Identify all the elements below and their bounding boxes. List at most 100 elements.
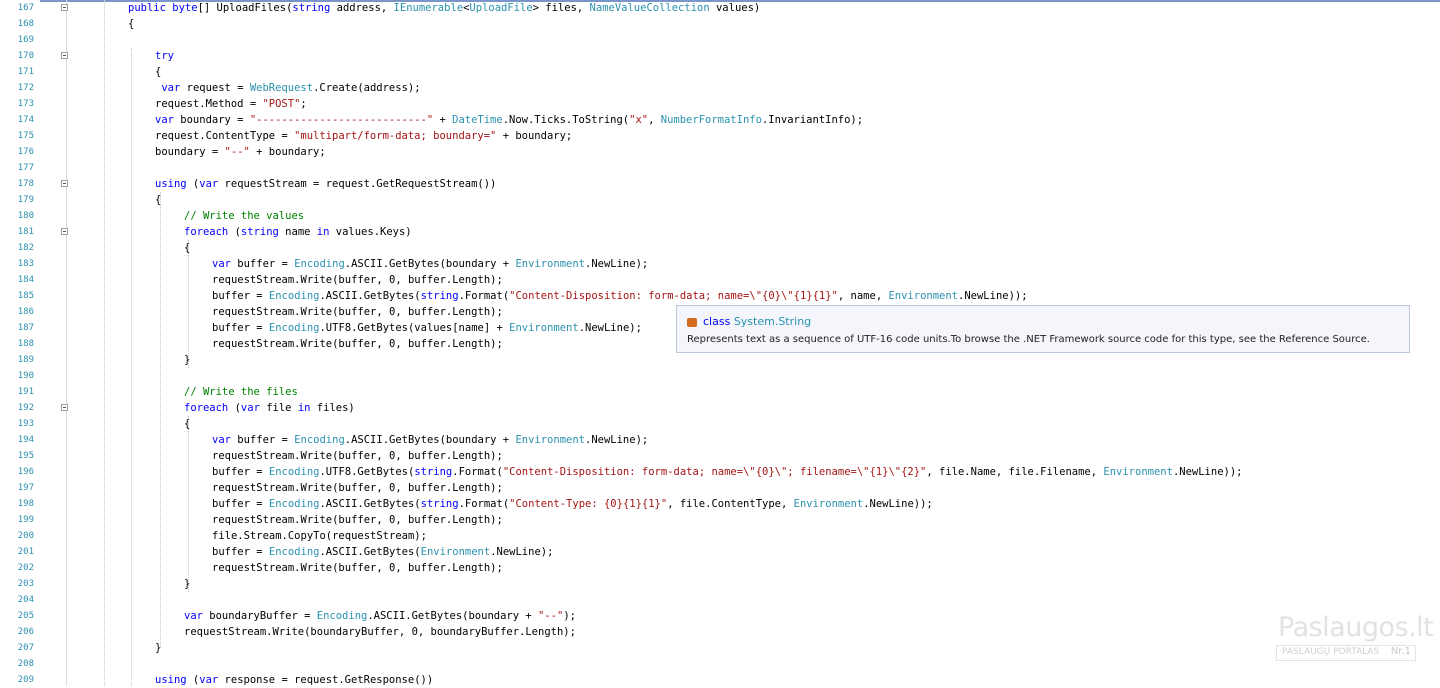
collapse-toggle-icon[interactable] bbox=[61, 180, 68, 187]
code-token: WebRequest bbox=[249, 82, 314, 94]
code-token: boundaryBuffer = bbox=[202, 610, 317, 622]
collapse-toggle-icon[interactable] bbox=[61, 4, 68, 11]
code-line[interactable]: 181 foreach (string name in values.Keys) bbox=[0, 224, 1440, 240]
code-text: requestStream.Write(boundaryBuffer, 0, b… bbox=[184, 624, 576, 640]
code-token: string bbox=[240, 226, 279, 238]
code-line[interactable]: 200 file.Stream.CopyTo(requestStream); bbox=[0, 528, 1440, 544]
code-line[interactable]: 191 // Write the files bbox=[0, 384, 1440, 400]
code-line[interactable]: 190 bbox=[0, 368, 1440, 384]
code-token: ); bbox=[563, 610, 576, 622]
code-line[interactable]: 205 var boundaryBuffer = Encoding.ASCII.G… bbox=[0, 608, 1440, 624]
code-token: .Format( bbox=[458, 290, 510, 302]
code-token: "x" bbox=[629, 114, 649, 126]
code-token: Encoding bbox=[268, 322, 320, 334]
line-number: 174 bbox=[17, 115, 34, 125]
code-line[interactable]: 178 using (var requestStream = request.Ge… bbox=[0, 176, 1440, 192]
code-token: .ASCII.GetBytes(boundary + bbox=[344, 258, 516, 270]
code-line[interactable]: 177 bbox=[0, 160, 1440, 176]
collapse-toggle-icon[interactable] bbox=[61, 52, 68, 59]
code-line[interactable]: 168 { bbox=[0, 16, 1440, 32]
code-token: var bbox=[155, 114, 174, 126]
code-token: // Write the files bbox=[184, 386, 298, 398]
code-token: DateTime bbox=[452, 114, 503, 126]
code-token: var bbox=[199, 674, 219, 686]
code-line[interactable]: 199 requestStream.Write(buffer, 0, buffer… bbox=[0, 512, 1440, 528]
code-line[interactable]: 182 { bbox=[0, 240, 1440, 256]
code-line[interactable]: 195 requestStream.Write(buffer, 0, buffer… bbox=[0, 448, 1440, 464]
code-line[interactable]: 172 var request = WebRequest.Create(addr… bbox=[0, 80, 1440, 96]
line-number: 190 bbox=[17, 371, 34, 381]
watermark-rank: Nr.1 bbox=[1390, 646, 1411, 657]
line-number: 194 bbox=[17, 435, 34, 445]
code-line[interactable]: 198 buffer = Encoding.ASCII.GetBytes(stri… bbox=[0, 496, 1440, 512]
code-line[interactable]: 174 var boundary = "---------------------… bbox=[0, 112, 1440, 128]
code-token: using bbox=[155, 674, 187, 686]
code-line[interactable]: 201 buffer = Encoding.ASCII.GetBytes(Envi… bbox=[0, 544, 1440, 560]
code-token: public bbox=[128, 2, 173, 14]
code-text: // Write the values bbox=[184, 208, 304, 224]
code-token: .UTF8.GetBytes(values[name] + bbox=[319, 322, 510, 334]
line-number: 208 bbox=[17, 659, 34, 669]
code-token: foreach bbox=[184, 402, 229, 414]
code-line[interactable]: 193 { bbox=[0, 416, 1440, 432]
code-text: public byte[] UploadFiles(string address… bbox=[128, 0, 760, 16]
code-token: requestStream.Write(buffer, 0, buffer.Le… bbox=[212, 482, 503, 494]
code-line[interactable]: 208 bbox=[0, 656, 1440, 672]
code-line[interactable]: 207} bbox=[0, 640, 1440, 656]
code-text: foreach (string name in values.Keys) bbox=[184, 224, 412, 240]
line-number: 203 bbox=[17, 579, 34, 589]
code-text: buffer = Encoding.ASCII.GetBytes(Environ… bbox=[212, 544, 553, 560]
code-line[interactable]: 173 request.Method = "POST"; bbox=[0, 96, 1440, 112]
line-number: 178 bbox=[17, 179, 34, 189]
code-token: Encoding bbox=[294, 258, 345, 270]
code-line[interactable]: 204 bbox=[0, 592, 1440, 608]
code-line[interactable]: 169 bbox=[0, 32, 1440, 48]
code-token: requestStream.Write(buffer, 0, buffer.Le… bbox=[212, 306, 503, 318]
line-number: 195 bbox=[17, 451, 34, 461]
code-token: "Content-Type: {0}{1}{1}" bbox=[509, 498, 668, 510]
code-line[interactable]: 183 var buffer = Encoding.ASCII.GetBytes(… bbox=[0, 256, 1440, 272]
code-token: buffer = bbox=[212, 546, 269, 558]
line-number: 173 bbox=[17, 99, 34, 109]
tooltip-signature: class System.String bbox=[703, 315, 811, 328]
code-line[interactable]: 192 foreach (var file in files) bbox=[0, 400, 1440, 416]
code-token: + boundary; bbox=[249, 146, 326, 158]
code-token: ( bbox=[228, 226, 241, 238]
code-token: "--" bbox=[224, 146, 250, 158]
code-text: } bbox=[184, 576, 190, 592]
code-token: buffer = bbox=[212, 290, 269, 302]
code-token: response = request.GetResponse()) bbox=[218, 674, 434, 686]
code-token: Encoding bbox=[268, 498, 320, 510]
code-token: Environment bbox=[888, 290, 959, 302]
code-line[interactable]: 206 requestStream.Write(boundaryBuffer, 0… bbox=[0, 624, 1440, 640]
code-line[interactable]: 189} bbox=[0, 352, 1440, 368]
code-line[interactable]: 180 // Write the values bbox=[0, 208, 1440, 224]
collapse-toggle-icon[interactable] bbox=[61, 404, 68, 411]
code-line[interactable]: 203} bbox=[0, 576, 1440, 592]
code-token: Encoding bbox=[268, 290, 320, 302]
code-line[interactable]: 170 try bbox=[0, 48, 1440, 64]
code-line[interactable]: 194 var buffer = Encoding.ASCII.GetBytes(… bbox=[0, 432, 1440, 448]
code-line[interactable]: 167 public byte[] UploadFiles(string addr… bbox=[0, 0, 1440, 16]
code-line[interactable]: 196 buffer = Encoding.UTF8.GetBytes(strin… bbox=[0, 464, 1440, 480]
watermark-strip: PASLAUGŲ PORTALAS Nr.1 bbox=[1276, 645, 1416, 661]
code-line[interactable]: 202 requestStream.Write(buffer, 0, buffer… bbox=[0, 560, 1440, 576]
code-line[interactable]: 171 { bbox=[0, 64, 1440, 80]
line-number: 180 bbox=[17, 211, 34, 221]
code-token: string bbox=[414, 466, 453, 478]
tooltip-kind: class bbox=[703, 315, 731, 328]
code-line[interactable]: 184 requestStream.Write(buffer, 0, buffer… bbox=[0, 272, 1440, 288]
code-token: boundary = bbox=[173, 114, 250, 126]
code-line[interactable]: 176 boundary = "--" + boundary; bbox=[0, 144, 1440, 160]
collapse-toggle-icon[interactable] bbox=[61, 228, 68, 235]
code-token: Environment bbox=[1103, 466, 1173, 478]
code-line[interactable]: 185 buffer = Encoding.ASCII.GetBytes(stri… bbox=[0, 288, 1440, 304]
code-text: var boundary = "------------------------… bbox=[155, 112, 863, 128]
code-token: , name, bbox=[837, 290, 889, 302]
code-line[interactable]: 197 requestStream.Write(buffer, 0, buffer… bbox=[0, 480, 1440, 496]
line-number: 193 bbox=[17, 419, 34, 429]
code-line[interactable]: 179 { bbox=[0, 192, 1440, 208]
watermark-tagline: PASLAUGŲ PORTALAS bbox=[1282, 647, 1380, 657]
code-line[interactable]: 175 request.ContentType = "multipart/form… bbox=[0, 128, 1440, 144]
code-token: , file.Name, file.Filename, bbox=[926, 466, 1104, 478]
